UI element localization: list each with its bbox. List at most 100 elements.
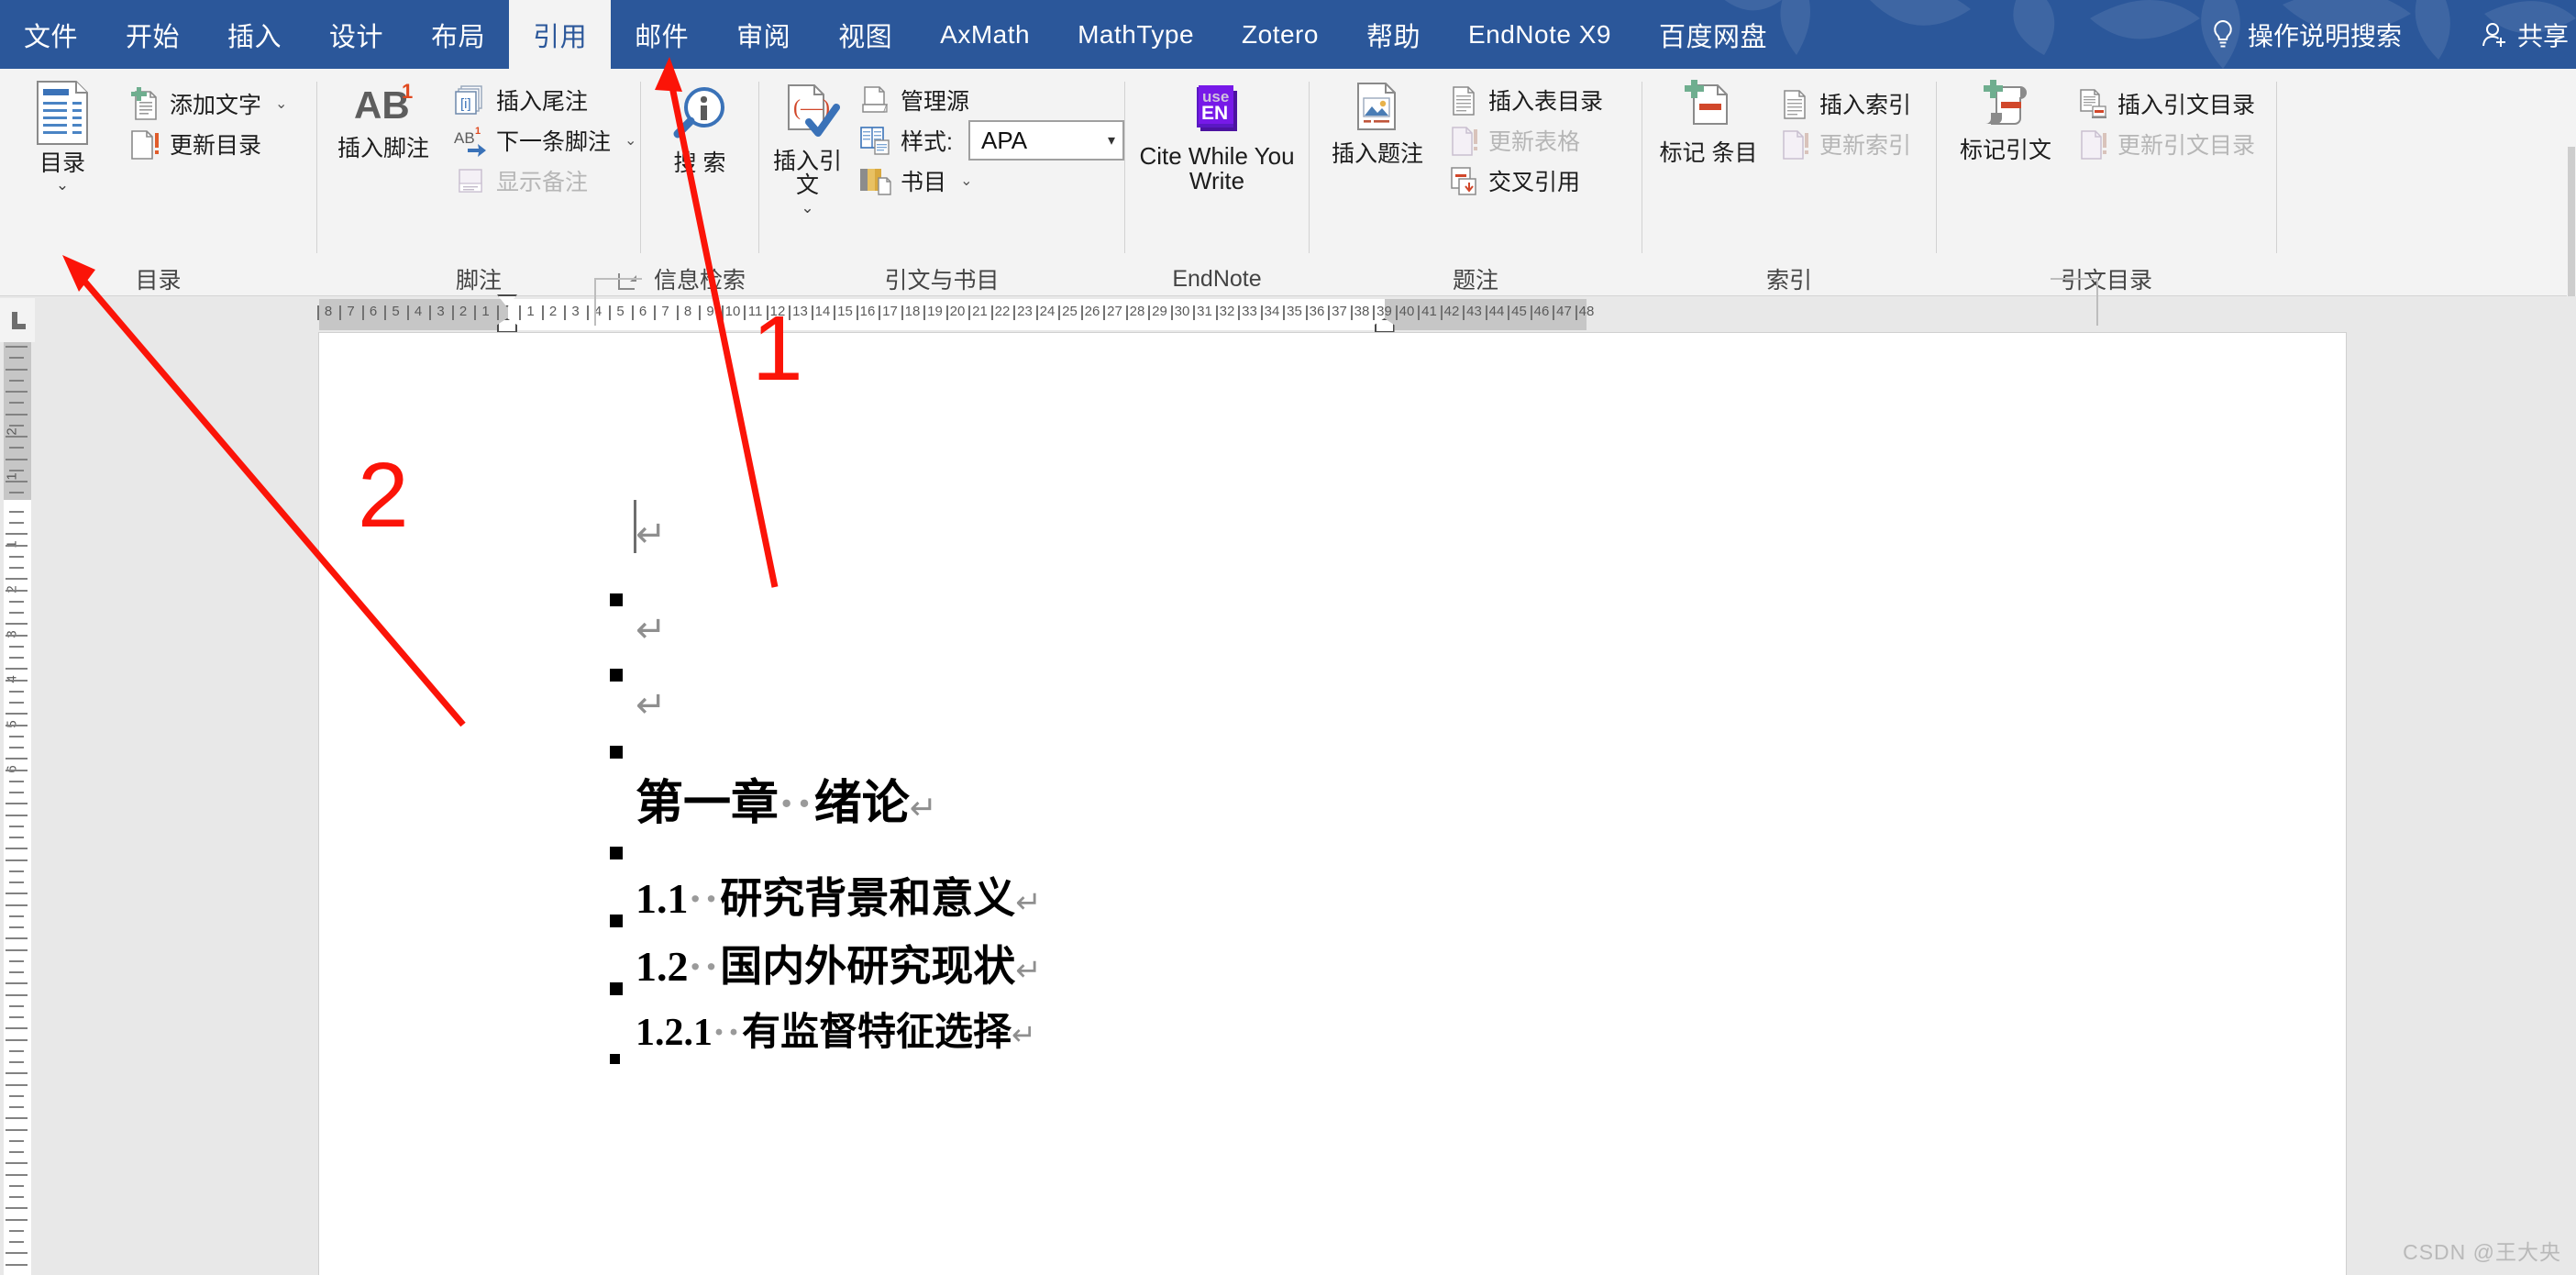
ruler-tick-label: 41	[1421, 304, 1437, 319]
tab-endnote-x9[interactable]: EndNote X9	[1444, 0, 1635, 69]
show-notes-button[interactable]: 显示备注	[453, 161, 636, 201]
mark-entry-button[interactable]: 标记 条目	[1653, 78, 1763, 166]
vruler-tick-mark	[9, 522, 24, 524]
tab-references[interactable]: 引用	[509, 0, 612, 69]
tell-me-search[interactable]: 操作说明搜索	[2211, 0, 2402, 69]
tab-zotero[interactable]: Zotero	[1218, 0, 1343, 69]
heading-2-research-status[interactable]: 1.2 ·· 国内外研究现状 ↵	[610, 933, 2195, 1001]
research-button[interactable]: 搜 索	[654, 83, 746, 177]
cite-while-you-write-button[interactable]: use EN Cite While You Write	[1134, 78, 1299, 194]
ruler-tick-label: 22	[994, 304, 1011, 319]
document-page[interactable]: ↵ ↵ ↵ 第一章 ·· 绪论 ↵ 1.1 ·· 研究背景和意义 ↵ 1.2 ·…	[319, 278, 2346, 1275]
update-table-button[interactable]: 更新表格	[1447, 120, 1603, 161]
manage-sources-label: 管理源	[901, 89, 970, 115]
ruler-tick-label: 37	[1332, 304, 1347, 319]
vruler-tick-mark	[6, 1027, 28, 1030]
tab-label: 帮助	[1365, 22, 1421, 52]
vruler-tick-mark	[9, 735, 24, 737]
citation-style-row[interactable]: 样式: APA ▾	[857, 120, 1124, 161]
ribbon-group-research: 搜 索 信息检索	[641, 69, 758, 295]
cross-reference-button[interactable]: 交叉引用	[1447, 161, 1603, 201]
tab-design[interactable]: 设计	[305, 0, 407, 69]
tab-axmath[interactable]: AxMath	[916, 0, 1054, 69]
vruler-tick-mark	[9, 1196, 24, 1198]
horizontal-ruler[interactable]: 8 7 6 5 4 3 2 1 1 2 3 4 5 6 7 8 9 10 11 12 13 14 15 16 17 18 19 20 2…	[0, 294, 2576, 333]
update-table-of-authorities-button[interactable]: 更新引文目录	[2076, 124, 2255, 164]
add-text-button[interactable]: 添加文字 ⌄	[127, 83, 287, 124]
heading-number: 1.2.1	[636, 1012, 713, 1054]
manage-sources-button[interactable]: 管理源	[857, 80, 1124, 120]
empty-paragraph[interactable]: ↵	[610, 500, 2195, 612]
toc-button-label: 目录	[39, 150, 85, 176]
ruler-tick-mark	[1350, 305, 1353, 320]
tab-review[interactable]: 审阅	[713, 0, 814, 69]
mark-citation-button[interactable]: 标记引文	[1948, 78, 2063, 162]
empty-paragraph[interactable]: ↵	[610, 612, 2195, 687]
bibliography-label: 书目	[901, 170, 947, 195]
insert-endnote-button[interactable]: [i] 插入尾注	[453, 80, 636, 120]
ruler-tick-label: 19	[927, 304, 943, 319]
ruler-tick-mark	[1215, 305, 1218, 320]
vruler-tick-mark	[6, 1252, 28, 1255]
vertical-ruler[interactable]: 21123456	[0, 342, 35, 1275]
heading-3-supervised-feature-selection[interactable]: 1.2.1 ·· 有监督特征选择 ↵	[610, 1001, 2195, 1069]
ruler-tick-label: 3	[571, 304, 580, 319]
ruler-tick-label: 42	[1443, 304, 1460, 319]
update-index-icon	[1783, 130, 1808, 160]
tab-view[interactable]: 视图	[814, 0, 916, 69]
ruler-tick-mark	[1170, 305, 1173, 320]
heading-marker	[610, 669, 623, 682]
tab-file[interactable]: 文件	[0, 0, 102, 69]
tab-mailings[interactable]: 邮件	[611, 0, 713, 69]
tab-layout[interactable]: 布局	[407, 0, 509, 69]
tab-insert[interactable]: 插入	[204, 0, 305, 69]
insert-index-button[interactable]: 插入索引	[1778, 83, 1911, 124]
toc-button[interactable]: 目录 ⌄	[15, 78, 110, 193]
tab-home[interactable]: 开始	[102, 0, 204, 69]
heading-1-chapter-one[interactable]: 第一章 ·· 绪论 ↵	[610, 764, 2195, 865]
chevron-down-icon[interactable]: ⌄	[801, 200, 813, 216]
tab-label: 视图	[838, 22, 893, 52]
lightbulb-icon	[2214, 19, 2232, 47]
citation-style-select[interactable]: APA ▾	[968, 120, 1124, 161]
vruler-tick-mark	[6, 1173, 28, 1176]
document-body[interactable]: ↵ ↵ ↵ 第一章 ·· 绪论 ↵ 1.1 ·· 研究背景和意义 ↵ 1.2 ·…	[610, 500, 2195, 1069]
insert-caption-button[interactable]: 插入题注	[1321, 78, 1434, 166]
ruler-tick-label: 35	[1287, 304, 1302, 319]
share-button[interactable]: 共享	[2479, 0, 2569, 69]
ribbon-group-title: 脚注	[317, 262, 640, 295]
empty-paragraph[interactable]: ↵	[610, 687, 2195, 764]
vruler-tick-mark	[9, 492, 24, 494]
insert-table-of-figures-button[interactable]: 插入表目录	[1447, 80, 1603, 120]
tab-stop-selector[interactable]	[0, 298, 35, 342]
tab-help[interactable]: 帮助	[1343, 0, 1444, 69]
update-toc-button[interactable]: 更新目录	[127, 124, 287, 164]
svg-text:AB: AB	[454, 129, 475, 147]
chevron-down-icon[interactable]: ⌄	[625, 131, 636, 150]
cross-reference-label: 交叉引用	[1488, 170, 1581, 195]
next-footnote-button[interactable]: AB 1 下一条脚注 ⌄	[453, 120, 636, 161]
chevron-down-icon[interactable]: ⌄	[960, 172, 972, 190]
tab-label: Zotero	[1242, 19, 1319, 49]
insert-index-label: 插入索引	[1819, 93, 1912, 118]
bibliography-button[interactable]: 书目 ⌄	[857, 161, 1124, 201]
tab-mathtype[interactable]: MathType	[1054, 0, 1218, 69]
insert-citation-button[interactable]: (—) 插入引文 ⌄	[770, 78, 845, 216]
chevron-down-icon[interactable]: ⌄	[56, 177, 69, 193]
tab-baidu-netdisk[interactable]: 百度网盘	[1635, 0, 1791, 69]
ruler-tick-label: 21	[972, 304, 988, 319]
insert-footnote-button[interactable]: AB 1 插入脚注	[326, 78, 440, 161]
ruler-tick-mark	[1103, 305, 1106, 320]
vruler-tick-mark	[9, 959, 24, 962]
tab-label: MathType	[1078, 19, 1195, 49]
heading-2-research-background[interactable]: 1.1 ·· 研究背景和意义 ↵	[610, 865, 2195, 933]
vruler-tick-mark	[9, 1139, 24, 1142]
update-index-button[interactable]: 更新索引	[1778, 124, 1911, 164]
heading-marker	[610, 593, 623, 606]
insert-table-of-authorities-button[interactable]: 插入引文目录	[2076, 83, 2255, 124]
vruler-tick-mark	[6, 533, 28, 536]
ribbon-scroll-thumb[interactable]	[2568, 147, 2575, 321]
chevron-down-icon[interactable]: ⌄	[275, 94, 287, 113]
vruler-tick-mark	[9, 1094, 24, 1097]
ruler-tick-label: 4	[414, 304, 423, 319]
